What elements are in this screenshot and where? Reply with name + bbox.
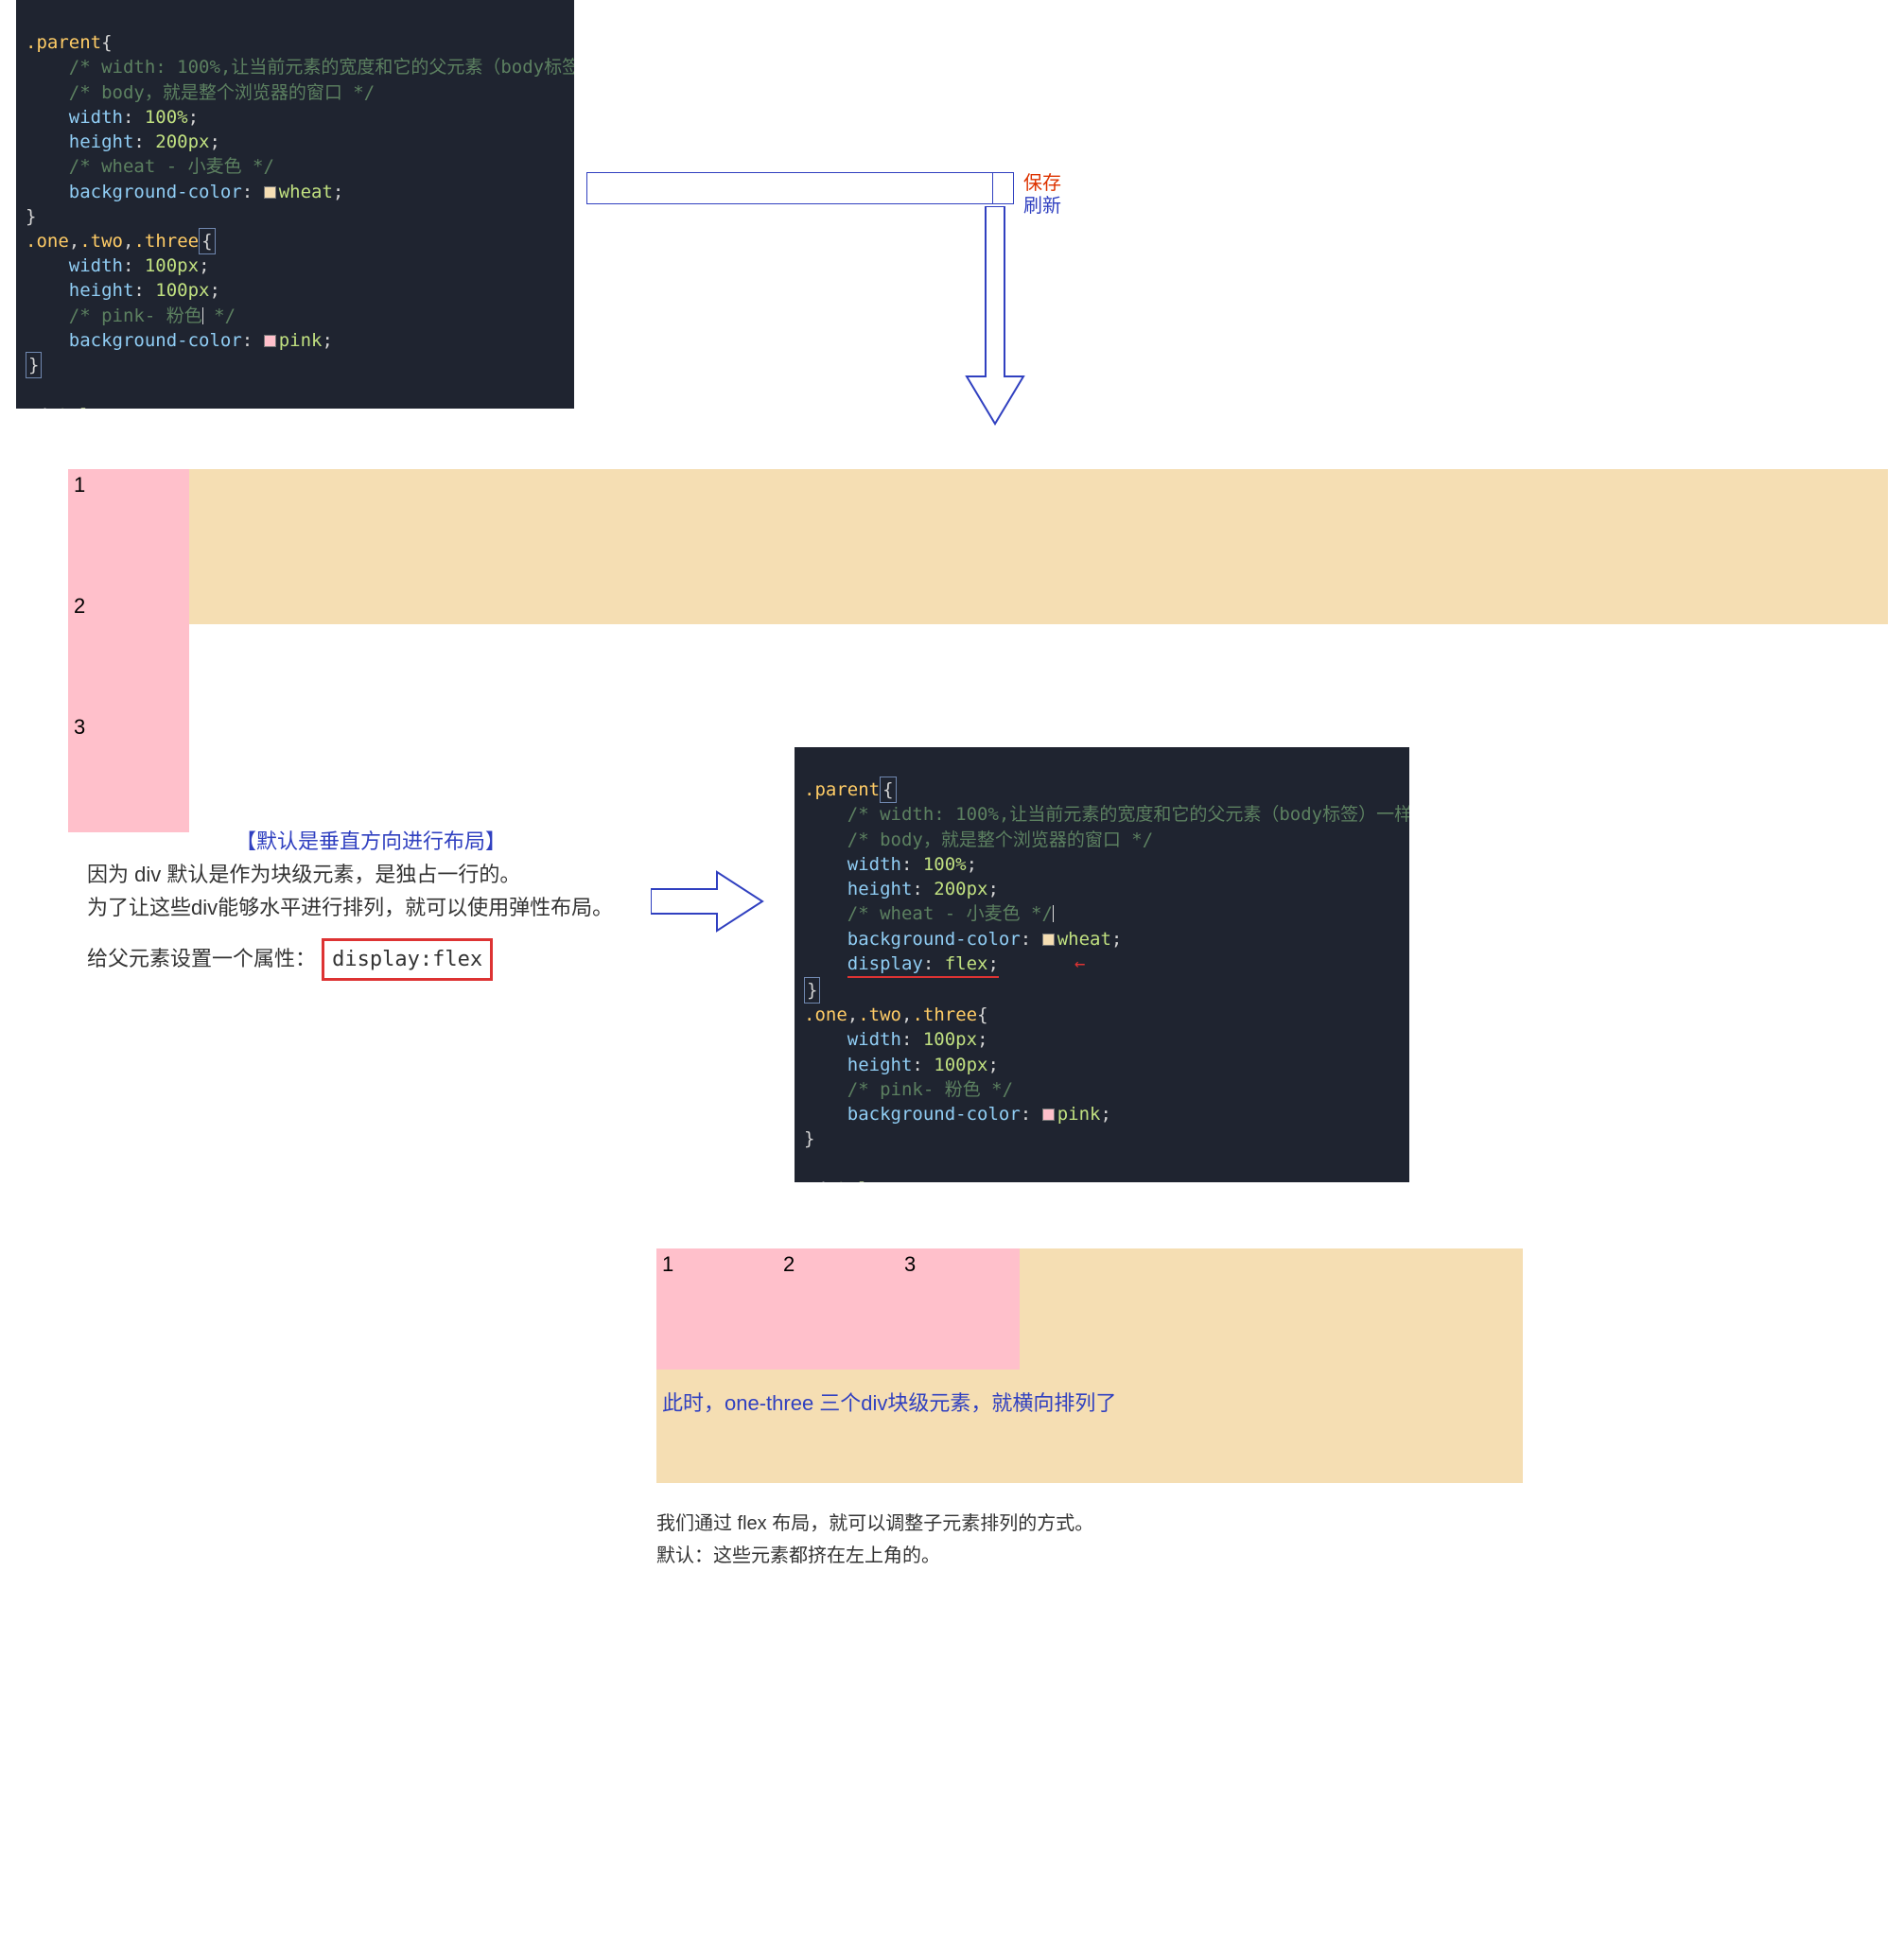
label-refresh: 刷新 — [1023, 195, 1061, 218]
arrow-down-icon — [965, 206, 1025, 426]
note-line1: 因为 div 默认是作为块级元素，是独占一行的。 — [87, 858, 655, 891]
pink-box-1-label: 1 — [74, 473, 85, 497]
flex-box-1-label: 1 — [662, 1252, 673, 1276]
pink-box-3-label: 3 — [74, 715, 85, 739]
flex-box-1: 1 — [656, 1248, 777, 1370]
footnote-line1: 我们通过 flex 布局，就可以调整子元素排列的方式。 — [656, 1508, 1093, 1540]
flex-box-2-label: 2 — [783, 1252, 795, 1276]
code-editor-2: .parent{ /* width: 100%,让当前元素的宽度和它的父元素（b… — [795, 747, 1409, 1182]
flex-box-2: 2 — [777, 1248, 899, 1370]
render-preview-wheat — [68, 469, 1888, 624]
code-editor-1: .parent{ /* width: 100%,让当前元素的宽度和它的父元素（b… — [16, 0, 574, 409]
render2-caption: 此时，one-three 三个div块级元素，就横向排列了 — [656, 1387, 1523, 1417]
annotation-note: 【默认是垂直方向进行布局】 因为 div 默认是作为块级元素，是独占一行的。 为… — [87, 825, 655, 981]
note-title: 【默认是垂直方向进行布局】 — [236, 829, 506, 853]
pink-box-2-label: 2 — [74, 594, 85, 618]
arrow-right-icon — [651, 868, 764, 934]
display-flex-highlight: display:flex — [322, 938, 493, 981]
flex-box-3-label: 3 — [904, 1252, 916, 1276]
note-line2: 为了让这些div能够水平进行排列，就可以使用弹性布局。 — [87, 891, 655, 924]
pink-box-1: 1 — [68, 469, 189, 590]
footnote-line2: 默认：这些元素都挤在左上角的。 — [656, 1540, 1093, 1572]
footnote: 我们通过 flex 布局，就可以调整子元素排列的方式。 默认：这些元素都挤在左上… — [656, 1508, 1093, 1572]
pink-box-3: 3 — [68, 711, 189, 832]
flex-box-3: 3 — [899, 1248, 1020, 1370]
label-save: 保存 — [1023, 172, 1061, 195]
browser-bar — [586, 172, 993, 204]
browser-bar-handle — [993, 172, 1014, 204]
pink-box-2: 2 — [68, 590, 189, 711]
note-line3-pre: 给父元素设置一个属性： — [87, 947, 316, 970]
render-preview-flex: 1 2 3 此时，one-three 三个div块级元素，就横向排列了 — [656, 1248, 1523, 1483]
